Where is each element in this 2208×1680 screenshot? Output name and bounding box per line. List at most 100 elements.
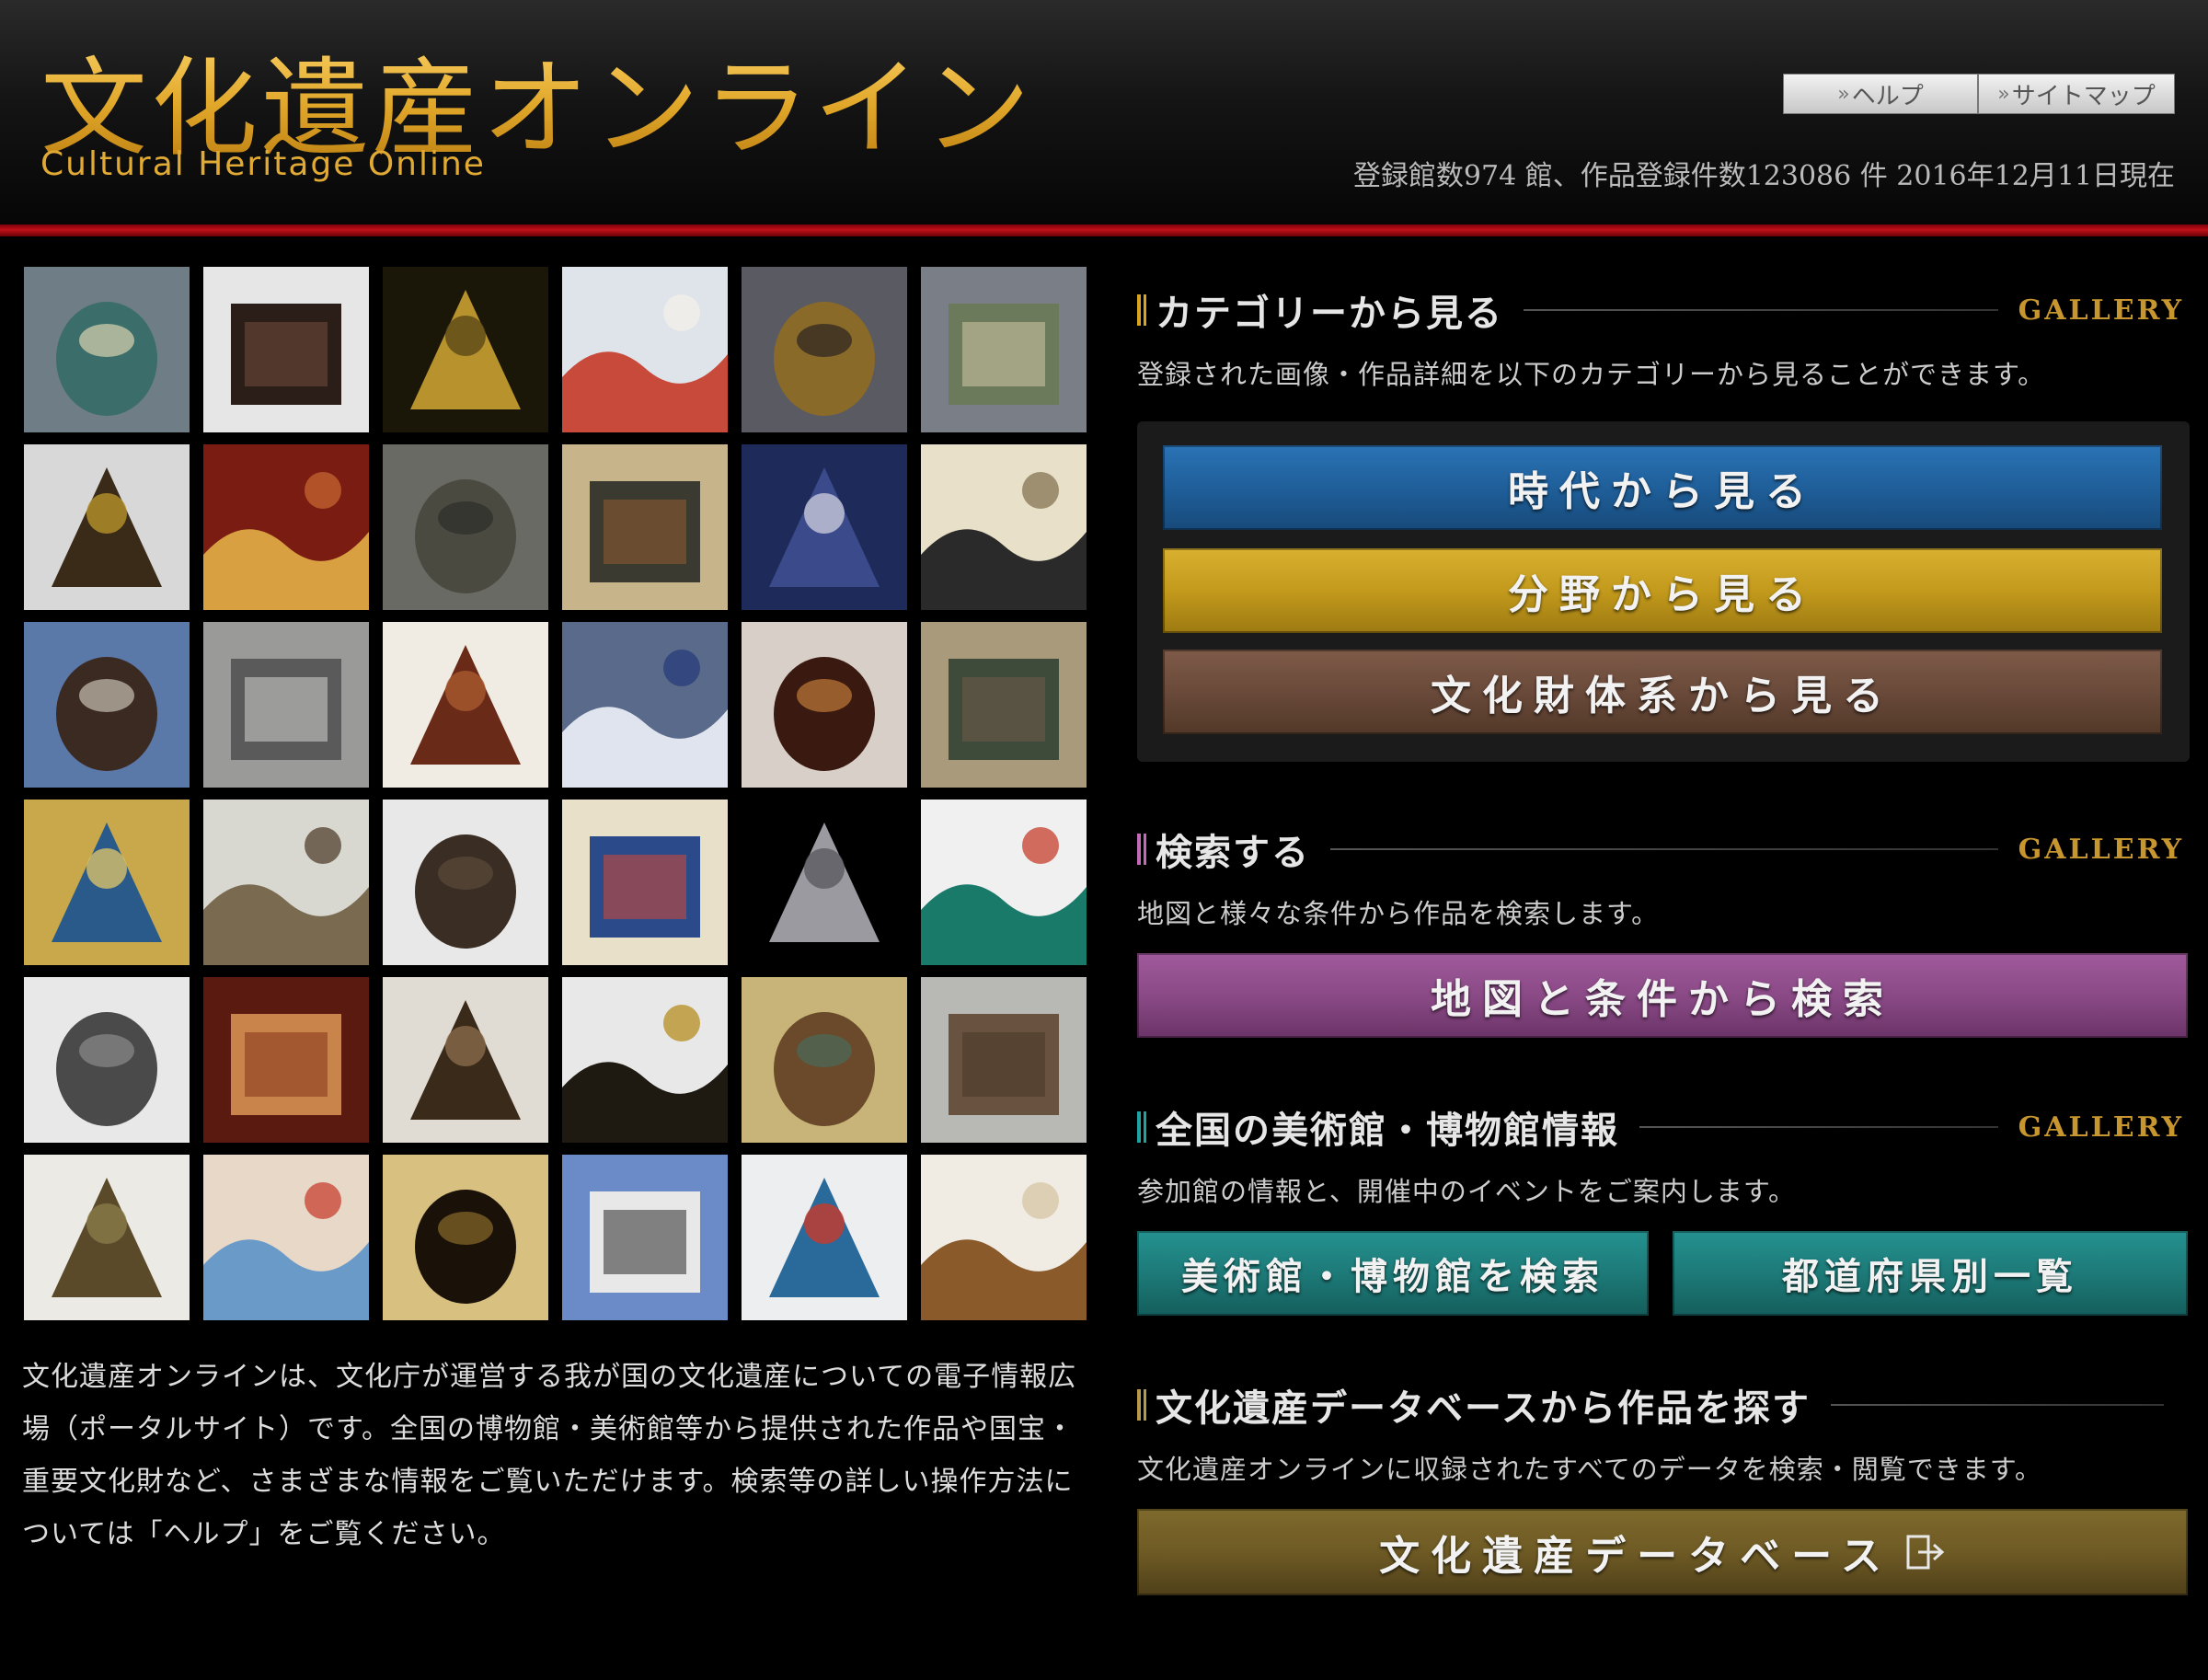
gallery-thumbnail-mandala[interactable] bbox=[203, 444, 369, 610]
section-divider bbox=[1524, 309, 1998, 311]
gallery-thumbnail-ink-landscape[interactable] bbox=[203, 622, 369, 788]
gallery-thumbnail-white-kimono[interactable] bbox=[921, 1155, 1087, 1320]
section-marker-icon bbox=[1137, 294, 1146, 326]
thumbnail-image bbox=[562, 622, 728, 788]
section-marker-icon bbox=[1137, 834, 1146, 865]
gallery-thumbnail-calligraphy-scroll[interactable] bbox=[921, 444, 1087, 610]
external-link-icon bbox=[1905, 1534, 1946, 1571]
gallery-thumbnail-sutra-calligraphy[interactable] bbox=[383, 1155, 548, 1320]
help-button[interactable]: » ヘルプ bbox=[1783, 74, 1978, 114]
gallery-thumbnail-stoneware-jar[interactable] bbox=[203, 800, 369, 965]
browse-by-cultural-system-button[interactable]: 文化財体系から見る bbox=[1163, 650, 2162, 734]
thumbnail-image bbox=[24, 1155, 190, 1320]
section-description: 登録された画像・作品詳細を以下のカテゴリーから見ることができます。 bbox=[1137, 359, 2046, 390]
map-and-conditions-search-button[interactable]: 地図と条件から検索 bbox=[1137, 953, 2188, 1038]
thumbnail-image bbox=[24, 622, 190, 788]
thumbnail-image bbox=[562, 444, 728, 610]
section-title: カテゴリーから見る bbox=[1156, 292, 1503, 335]
thumbnail-image bbox=[742, 267, 907, 432]
section-divider bbox=[1831, 1404, 2164, 1406]
gallery-thumbnail-guardian-statue[interactable] bbox=[24, 977, 190, 1143]
section-divider bbox=[1330, 848, 1998, 850]
section-marker-icon bbox=[1137, 1389, 1146, 1421]
section-title: 検索する bbox=[1156, 831, 1310, 874]
gallery-thumbnail-blue-white-jar[interactable] bbox=[562, 622, 728, 788]
gallery-thumbnail-world-map-screen[interactable] bbox=[742, 977, 907, 1143]
gallery-thumbnail-celadon-jar[interactable] bbox=[24, 267, 190, 432]
gallery-thumbnail-porcelain-plate[interactable] bbox=[742, 1155, 907, 1320]
gallery-thumbnail-farmhouse[interactable] bbox=[24, 622, 190, 788]
gallery-thumbnail-inlaid-chest[interactable] bbox=[562, 977, 728, 1143]
gallery-thumbnail-scroll-painting[interactable] bbox=[203, 1155, 369, 1320]
gallery-thumbnail-samurai-helmet[interactable] bbox=[742, 267, 907, 432]
section-description: 参加館の情報と、開催中のイベントをご案内します。 bbox=[1137, 1176, 1796, 1207]
sitemap-button-label: サイトマップ bbox=[2011, 82, 2156, 110]
thumbnail-image bbox=[742, 977, 907, 1143]
gallery-thumbnail-thunder-god-painting[interactable] bbox=[24, 800, 190, 965]
gallery-thumbnail-western-building[interactable] bbox=[562, 1155, 728, 1320]
gallery-thumbnail-shrine-altar[interactable] bbox=[203, 977, 369, 1143]
gallery-thumbnail-katana-blade[interactable] bbox=[742, 800, 907, 965]
museums-section-header: 全国の美術館・博物館情報 GALLERY bbox=[1137, 1104, 2184, 1152]
thumbnail-image bbox=[383, 1155, 548, 1320]
category-section-header: カテゴリーから見る GALLERY bbox=[1137, 287, 2184, 335]
thumbnail-image bbox=[203, 977, 369, 1143]
thumbnail-image bbox=[383, 444, 548, 610]
site-header: 文化遺産オンライン Cultural Heritage Online » ヘルプ… bbox=[0, 0, 2208, 225]
top-navigation: » ヘルプ » サイトマップ bbox=[1783, 74, 2175, 114]
help-button-label: ヘルプ bbox=[1851, 82, 1924, 110]
gallery-thumbnail-indigo-kimono[interactable] bbox=[742, 444, 907, 610]
thumbnail-image bbox=[24, 977, 190, 1143]
thumbnail-image bbox=[203, 622, 369, 788]
gallery-link[interactable]: GALLERY bbox=[2018, 294, 2184, 327]
site-logo-english[interactable]: Cultural Heritage Online bbox=[40, 145, 486, 183]
gallery-thumbnail-bird-painting[interactable] bbox=[921, 622, 1087, 788]
gallery-thumbnail-green-ceramic-pot[interactable] bbox=[921, 800, 1087, 965]
section-marker-icon bbox=[1137, 1111, 1146, 1143]
header-divider bbox=[0, 224, 2208, 236]
section-title: 全国の美術館・博物館情報 bbox=[1156, 1109, 1619, 1152]
thumbnail-image bbox=[921, 444, 1087, 610]
gallery-thumbnail-buddha-bust[interactable] bbox=[383, 800, 548, 965]
thumbnail-image bbox=[921, 622, 1087, 788]
search-section-header: 検索する GALLERY bbox=[1137, 826, 2184, 874]
thumbnail-image bbox=[383, 977, 548, 1143]
double-chevron-right-icon: » bbox=[1837, 82, 1850, 106]
thumbnail-image bbox=[24, 800, 190, 965]
gallery-grid bbox=[24, 267, 1089, 1329]
gallery-thumbnail-priest-statue[interactable] bbox=[921, 977, 1087, 1143]
thumbnail-image bbox=[742, 622, 907, 788]
gallery-link[interactable]: GALLERY bbox=[2018, 834, 2184, 866]
gallery-thumbnail-bronze-artifact[interactable] bbox=[921, 267, 1087, 432]
gallery-thumbnail-buddha-painting[interactable] bbox=[383, 267, 548, 432]
browse-by-era-button[interactable]: 時代から見る bbox=[1163, 445, 2162, 530]
thumbnail-image bbox=[383, 800, 548, 965]
thumbnail-image bbox=[921, 267, 1087, 432]
gallery-link[interactable]: GALLERY bbox=[2018, 1111, 2184, 1144]
gallery-thumbnail-demon-mask[interactable] bbox=[383, 444, 548, 610]
sitemap-button[interactable]: » サイトマップ bbox=[1978, 74, 2175, 114]
registration-stats: 登録館数974 館、作品登録件数123086 件 2016年12月11日現在 bbox=[1352, 160, 2175, 192]
browse-by-field-button[interactable]: 分野から見る bbox=[1163, 548, 2162, 633]
gallery-thumbnail-noh-costume-figure[interactable] bbox=[562, 267, 728, 432]
section-title: 文化遺産データベースから作品を探す bbox=[1156, 1387, 1811, 1430]
thumbnail-image bbox=[562, 800, 728, 965]
gallery-thumbnail-court-scene-painting[interactable] bbox=[562, 800, 728, 965]
gallery-thumbnail-screen-painting[interactable] bbox=[562, 444, 728, 610]
gallery-thumbnail-lacquer-shelf[interactable] bbox=[24, 444, 190, 610]
thumbnail-image bbox=[203, 444, 369, 610]
gallery-thumbnail-antique-object[interactable] bbox=[203, 267, 369, 432]
thumbnail-image bbox=[383, 267, 548, 432]
thumbnail-image bbox=[203, 1155, 369, 1320]
cultural-heritage-database-button[interactable]: 文化遺産データベース bbox=[1137, 1509, 2188, 1595]
thumbnail-image bbox=[24, 444, 190, 610]
gallery-thumbnail-armor[interactable] bbox=[383, 977, 548, 1143]
database-section-header: 文化遺産データベースから作品を探す bbox=[1137, 1382, 2184, 1430]
gallery-thumbnail-lacquer-boxes[interactable] bbox=[383, 622, 548, 788]
thumbnail-image bbox=[742, 800, 907, 965]
prefecture-list-button[interactable]: 都道府県別一覧 bbox=[1673, 1231, 2188, 1316]
gallery-thumbnail-iron-kettle[interactable] bbox=[24, 1155, 190, 1320]
gallery-thumbnail-lacquer-panel[interactable] bbox=[742, 622, 907, 788]
database-button-label: 文化遺産データベース bbox=[1379, 1533, 1892, 1580]
museum-search-button[interactable]: 美術館・博物館を検索 bbox=[1137, 1231, 1649, 1316]
